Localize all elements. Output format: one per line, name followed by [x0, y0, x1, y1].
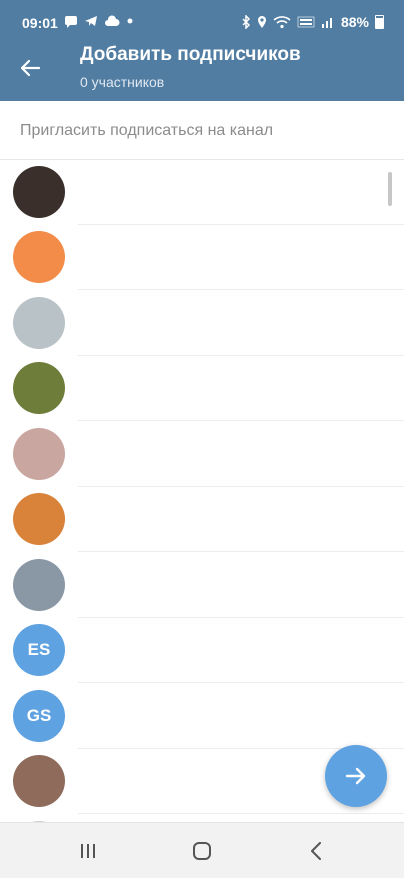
contact-row[interactable]: GS	[0, 683, 404, 749]
avatar	[13, 427, 65, 480]
back-chevron-icon	[311, 842, 321, 860]
telegram-icon	[85, 16, 97, 26]
avatar	[13, 165, 65, 218]
home-icon	[193, 842, 211, 860]
avatar	[13, 558, 65, 611]
page-title: Добавить подписчиков	[80, 44, 301, 65]
cloud-icon	[105, 15, 120, 26]
invite-search-input[interactable]	[18, 115, 382, 147]
avatar	[13, 231, 65, 284]
nav-recents-button[interactable]	[68, 837, 108, 865]
contact-row[interactable]	[0, 421, 404, 487]
search-bar	[0, 101, 404, 160]
next-button[interactable]	[325, 745, 387, 807]
lte-icon	[297, 16, 315, 28]
app-header: 09:01 88% Добавить подписчиков 0 участни…	[0, 0, 404, 101]
contact-row[interactable]	[0, 814, 404, 822]
back-button[interactable]	[14, 52, 46, 84]
avatar: GS	[13, 689, 65, 742]
contact-row[interactable]	[0, 290, 404, 356]
location-icon	[257, 16, 266, 28]
contact-row[interactable]	[0, 225, 404, 290]
contact-row[interactable]	[0, 552, 404, 618]
status-bar: 09:01 88%	[0, 0, 404, 44]
avatar	[13, 755, 65, 808]
contact-row[interactable]	[0, 356, 404, 421]
scrollbar-thumb[interactable]	[388, 172, 392, 206]
system-navigation-bar	[0, 822, 404, 878]
battery-percentage: 88%	[340, 14, 369, 30]
messaging-icon	[65, 16, 77, 28]
avatar	[13, 493, 65, 546]
arrow-left-icon	[20, 59, 40, 77]
avatar: ES	[13, 624, 65, 677]
participants-count: 0 участников	[80, 74, 165, 90]
avatar	[13, 362, 65, 415]
bluetooth-icon	[242, 15, 251, 29]
contact-row[interactable]: ES	[0, 618, 404, 683]
arrow-right-icon	[345, 767, 366, 785]
dot-icon	[127, 18, 133, 24]
wifi-icon	[273, 16, 291, 29]
contact-list: ES GS	[0, 159, 404, 822]
signal-icon	[321, 18, 332, 28]
avatar	[13, 296, 65, 349]
nav-back-button[interactable]	[296, 837, 336, 865]
status-notification-icons	[64, 14, 134, 28]
contact-row[interactable]	[0, 487, 404, 552]
nav-home-button[interactable]	[182, 837, 222, 865]
battery-icon	[375, 15, 384, 29]
status-time: 09:01	[22, 15, 58, 31]
recents-icon	[81, 844, 95, 858]
contact-row[interactable]	[0, 159, 404, 225]
status-system-icons: 88%	[241, 14, 384, 30]
